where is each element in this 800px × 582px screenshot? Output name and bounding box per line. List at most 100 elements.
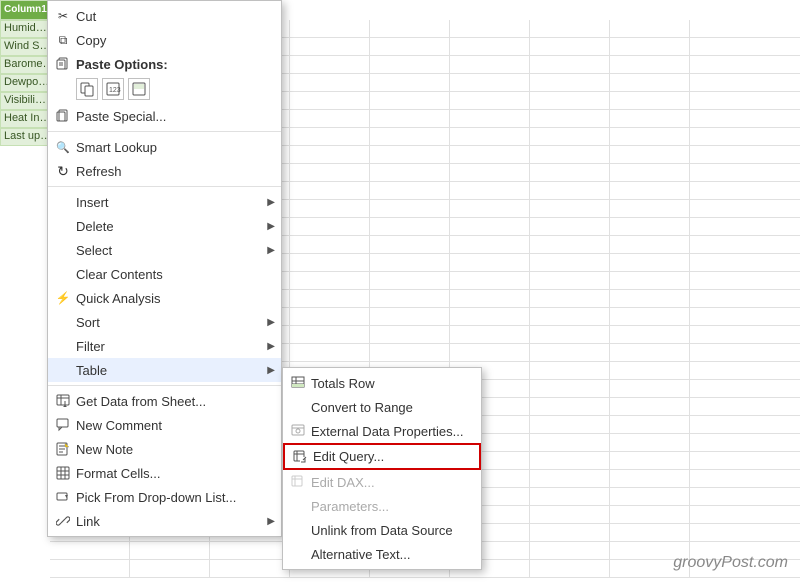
paste-option-formatting[interactable] [128, 78, 150, 100]
grid-cell [610, 308, 690, 326]
parameters-submenu-item[interactable]: Parameters... [283, 494, 481, 518]
copy-menu-item[interactable]: ⧉ Copy [48, 28, 281, 52]
new-comment-menu-item[interactable]: New Comment [48, 413, 281, 437]
grid-cell [530, 200, 610, 218]
sort-menu-item[interactable]: Sort ▶ [48, 310, 281, 334]
edit-query-label: Edit Query... [313, 449, 384, 464]
left-cell: Wind S… [0, 38, 50, 56]
grid-cell [370, 200, 450, 218]
search-icon [54, 138, 72, 156]
grid-cell [50, 542, 130, 560]
refresh-menu-item[interactable]: Refresh [48, 159, 281, 183]
table-menu-item[interactable]: Table ▶ [48, 358, 281, 382]
grid-cell [370, 344, 450, 362]
get-data-menu-item[interactable]: Get Data from Sheet... [48, 389, 281, 413]
paste-special-menu-item[interactable]: Paste Special... [48, 104, 281, 128]
grid-cell [450, 128, 530, 146]
grid-cell [370, 290, 450, 308]
grid-cell [450, 20, 530, 38]
grid-cell [210, 560, 290, 578]
grid-cell [290, 38, 370, 56]
grid-cell [530, 470, 610, 488]
grid-cell [610, 326, 690, 344]
format-cells-icon [54, 464, 72, 482]
grid-cell [290, 110, 370, 128]
grid-cell [130, 560, 210, 578]
new-note-menu-item[interactable]: New Note [48, 437, 281, 461]
grid-cell [450, 326, 530, 344]
grid-cell [530, 542, 610, 560]
refresh-label: Refresh [76, 164, 122, 179]
alternative-text-submenu-item[interactable]: Alternative Text... [283, 542, 481, 566]
svg-text:123: 123 [109, 87, 121, 94]
grid-cell [610, 74, 690, 92]
left-cell: Barome… [0, 56, 50, 74]
paste-option-values[interactable]: 123 [102, 78, 124, 100]
filter-label: Filter [76, 339, 105, 354]
grid-cell [610, 254, 690, 272]
format-cells-menu-item[interactable]: Format Cells... [48, 461, 281, 485]
external-data-props-submenu-item[interactable]: External Data Properties... [283, 419, 481, 443]
clear-contents-label: Clear Contents [76, 267, 163, 282]
separator [48, 186, 281, 187]
grid-cell [450, 308, 530, 326]
context-menu: Cut ⧉ Copy Paste Options: 123 [47, 0, 282, 537]
grid-cell [290, 20, 370, 38]
grid-cell [530, 254, 610, 272]
grid-cell [130, 542, 210, 560]
grid-cell [530, 146, 610, 164]
edit-query-submenu-item[interactable]: Edit Query... [283, 443, 481, 470]
grid-cell [370, 326, 450, 344]
delete-menu-item[interactable]: Delete ▶ [48, 214, 281, 238]
smart-lookup-menu-item[interactable]: Smart Lookup [48, 135, 281, 159]
select-menu-item[interactable]: Select ▶ [48, 238, 281, 262]
get-data-label: Get Data from Sheet... [76, 394, 206, 409]
grid-cell [290, 164, 370, 182]
grid-cell [530, 398, 610, 416]
grid-cell [290, 290, 370, 308]
link-label: Link [76, 514, 100, 529]
grid-cell [610, 146, 690, 164]
paste-option-keep-source[interactable] [76, 78, 98, 100]
grid-cell [290, 254, 370, 272]
grid-cell [530, 362, 610, 380]
grid-cell [370, 272, 450, 290]
grid-cell [530, 128, 610, 146]
grid-cell [290, 200, 370, 218]
grid-cell [450, 182, 530, 200]
grid-cell [530, 308, 610, 326]
grid-cell [450, 344, 530, 362]
cut-menu-item[interactable]: Cut [48, 4, 281, 28]
new-comment-label: New Comment [76, 418, 162, 433]
grid-cell [290, 272, 370, 290]
grid-cell [530, 74, 610, 92]
grid-cell [530, 326, 610, 344]
edit-dax-submenu-item[interactable]: Edit DAX... [283, 470, 481, 494]
quick-analysis-label: Quick Analysis [76, 291, 161, 306]
grid-cell [610, 398, 690, 416]
grid-cell [450, 254, 530, 272]
grid-cell [610, 506, 690, 524]
grid-cell [530, 524, 610, 542]
clear-contents-menu-item[interactable]: Clear Contents [48, 262, 281, 286]
totals-row-submenu-item[interactable]: Totals Row [283, 371, 481, 395]
pick-dropdown-menu-item[interactable]: Pick From Drop-down List... [48, 485, 281, 509]
convert-to-range-submenu-item[interactable]: Convert to Range [283, 395, 481, 419]
left-cell: Last up… [0, 128, 50, 146]
filter-menu-item[interactable]: Filter ▶ [48, 334, 281, 358]
grid-cell [530, 452, 610, 470]
grid-cell [610, 20, 690, 38]
totals-row-label: Totals Row [311, 376, 375, 391]
grid-cell [530, 218, 610, 236]
copy-label: Copy [76, 33, 106, 48]
grid-cell [530, 56, 610, 74]
grid-cell [610, 380, 690, 398]
dropdown-icon [54, 488, 72, 506]
grid-cell [530, 506, 610, 524]
link-menu-item[interactable]: Link ▶ [48, 509, 281, 533]
paste-options-row: 123 [48, 76, 281, 104]
totals-row-icon [289, 374, 307, 392]
unlink-data-source-submenu-item[interactable]: Unlink from Data Source [283, 518, 481, 542]
insert-menu-item[interactable]: Insert ▶ [48, 190, 281, 214]
quick-analysis-menu-item[interactable]: Quick Analysis [48, 286, 281, 310]
